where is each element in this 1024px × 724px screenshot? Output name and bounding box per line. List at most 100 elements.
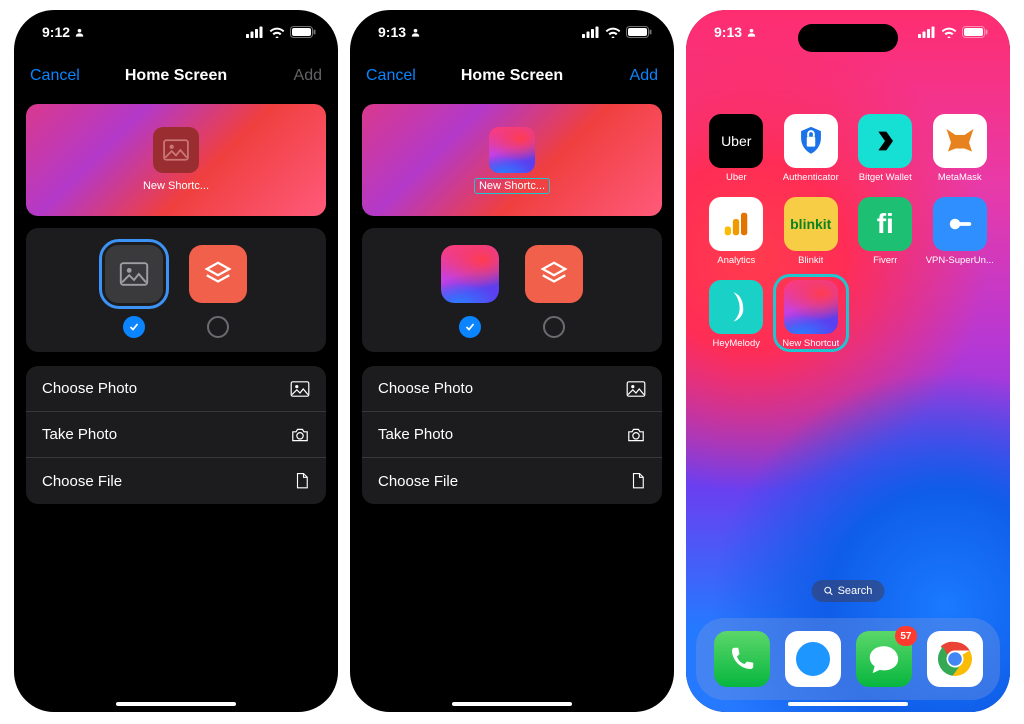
dock-chrome[interactable]: [927, 631, 983, 687]
search-label: Search: [838, 585, 873, 597]
blinkit-icon: blinkit: [784, 197, 838, 251]
new-shortcut-icon: [784, 280, 838, 334]
image-icon: [290, 381, 310, 397]
home-indicator[interactable]: [116, 702, 236, 706]
options-list: Choose Photo Take Photo Choose File: [362, 366, 662, 504]
person-icon: [74, 27, 85, 38]
app-label: Bitget Wallet: [859, 172, 912, 183]
camera-icon: [626, 427, 646, 443]
chooser-custom-icon: [105, 245, 163, 303]
app-authenticator[interactable]: Authenticator: [777, 114, 846, 183]
radio-unchecked-icon: [543, 316, 565, 338]
app-uber[interactable]: Uber Uber: [702, 114, 771, 183]
chooser-default[interactable]: [522, 242, 586, 338]
take-photo-row[interactable]: Take Photo: [362, 412, 662, 458]
app-heymelody[interactable]: HeyMelody: [702, 280, 771, 349]
choose-photo-label: Choose Photo: [378, 380, 473, 397]
document-icon: [294, 472, 310, 490]
layers-icon: [539, 259, 569, 289]
app-label: VPN-SuperUn...: [926, 255, 994, 266]
messages-icon: [867, 643, 901, 675]
bitget-icon: [858, 114, 912, 168]
chooser-default-icon: [525, 245, 583, 303]
analytics-icon: [709, 197, 763, 251]
chooser-default-icon: [189, 245, 247, 303]
radio-checked-icon: [459, 316, 481, 338]
phone-icon: [727, 644, 757, 674]
preview-banner: New Shortc...: [26, 104, 326, 216]
layers-icon: [203, 259, 233, 289]
app-bitget[interactable]: Bitget Wallet: [851, 114, 920, 183]
icon-chooser: [362, 228, 662, 352]
chooser-custom-icon: [441, 245, 499, 303]
app-label: Analytics: [717, 255, 755, 266]
wifi-icon: [269, 26, 285, 38]
wifi-icon: [941, 26, 957, 38]
notch: [126, 24, 226, 52]
choose-file-row[interactable]: Choose File: [26, 458, 326, 504]
app-label: Uber: [726, 172, 747, 183]
app-label: HeyMelody: [712, 338, 760, 349]
chooser-custom[interactable]: [438, 242, 502, 338]
search-icon: [824, 586, 834, 596]
choose-photo-row[interactable]: Choose Photo: [362, 366, 662, 412]
home-indicator[interactable]: [452, 702, 572, 706]
nav-bar: Cancel Home Screen Add: [14, 54, 338, 98]
authenticator-icon: [784, 114, 838, 168]
preview-label: New Shortc...: [139, 179, 213, 193]
notch: [798, 24, 898, 52]
take-photo-label: Take Photo: [378, 426, 453, 443]
dock-safari[interactable]: [785, 631, 841, 687]
app-new-shortcut-highlighted[interactable]: New Shortcut: [776, 277, 847, 349]
app-fiverr[interactable]: fi Fiverr: [851, 197, 920, 266]
preview-icon-custom: [489, 127, 535, 173]
app-label: Blinkit: [798, 255, 823, 266]
signal-icon: [582, 26, 600, 38]
preview-icon-placeholder: [153, 127, 199, 173]
chrome-icon: [935, 639, 975, 679]
image-icon: [163, 139, 189, 161]
add-button[interactable]: Add: [630, 67, 658, 85]
app-analytics[interactable]: Analytics: [702, 197, 771, 266]
cancel-button[interactable]: Cancel: [366, 67, 416, 85]
preview-banner: New Shortc...: [362, 104, 662, 216]
choose-file-label: Choose File: [42, 473, 122, 490]
radio-unchecked-icon: [207, 316, 229, 338]
camera-icon: [290, 427, 310, 443]
take-photo-label: Take Photo: [42, 426, 117, 443]
person-icon: [746, 27, 757, 38]
vpn-icon: [933, 197, 987, 251]
app-label: Authenticator: [783, 172, 839, 183]
nav-bar: Cancel Home Screen Add: [350, 54, 674, 98]
chooser-default[interactable]: [186, 242, 250, 338]
battery-icon: [290, 26, 316, 38]
take-photo-row[interactable]: Take Photo: [26, 412, 326, 458]
preview-label-highlighted: New Shortc...: [475, 179, 549, 193]
choose-photo-row[interactable]: Choose Photo: [26, 366, 326, 412]
choose-file-row[interactable]: Choose File: [362, 458, 662, 504]
phone-1: 9:12 Cancel Home Screen Add New Shortc..…: [14, 10, 338, 712]
home-indicator[interactable]: [788, 702, 908, 706]
cancel-button[interactable]: Cancel: [30, 67, 80, 85]
fiverr-icon: fi: [858, 197, 912, 251]
choose-photo-label: Choose Photo: [42, 380, 137, 397]
dock-messages[interactable]: 57: [856, 631, 912, 687]
battery-icon: [626, 26, 652, 38]
app-label: MetaMask: [938, 172, 982, 183]
app-blinkit[interactable]: blinkit Blinkit: [777, 197, 846, 266]
person-icon: [410, 27, 421, 38]
spotlight-search-pill[interactable]: Search: [812, 580, 885, 602]
uber-icon: Uber: [709, 114, 763, 168]
status-time: 9:13: [378, 24, 406, 40]
app-label: New Shortcut: [782, 338, 839, 349]
app-vpn[interactable]: VPN-SuperUn...: [926, 197, 995, 266]
signal-icon: [246, 26, 264, 38]
chooser-custom[interactable]: [102, 242, 166, 338]
dock-phone[interactable]: [714, 631, 770, 687]
icon-chooser: [26, 228, 326, 352]
image-icon: [119, 262, 149, 286]
phone-3: 9:13 Uber Uber Authenticator Bitget Wall…: [686, 10, 1010, 712]
dock: 57: [696, 618, 1000, 700]
document-icon: [630, 472, 646, 490]
app-metamask[interactable]: MetaMask: [926, 114, 995, 183]
